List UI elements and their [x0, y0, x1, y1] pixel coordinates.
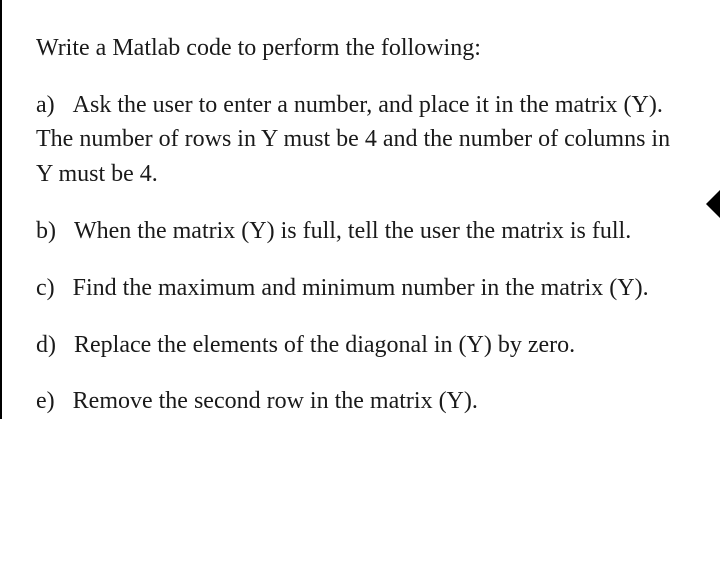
item-text: Ask the user to enter a number, and plac… — [36, 92, 670, 188]
item-label: a) — [36, 92, 55, 118]
document-content: Write a Matlab code to perform the follo… — [0, 0, 720, 419]
item-label: c) — [36, 275, 55, 301]
list-item: a)Ask the user to enter a number, and pl… — [36, 88, 686, 192]
list-item: d) Replace the elements of the diagonal i… — [36, 328, 686, 363]
document-title: Write a Matlab code to perform the follo… — [36, 32, 686, 66]
item-text: Replace the elements of the diagonal in … — [74, 332, 575, 358]
item-label: b) — [36, 218, 56, 244]
list-item: c) Find the maximum and minimum number in… — [36, 271, 686, 306]
list-item: b) When the matrix (Y) is full, tell the … — [36, 214, 686, 249]
item-text: When the matrix (Y) is full, tell the us… — [74, 218, 631, 244]
list-item: e) Remove the second row in the matrix (Y… — [36, 384, 686, 419]
item-label: d) — [36, 332, 56, 358]
item-text: Find the maximum and minimum number in t… — [73, 275, 649, 301]
item-text: Remove the second row in the matrix (Y). — [73, 388, 478, 414]
item-label: e) — [36, 388, 55, 414]
